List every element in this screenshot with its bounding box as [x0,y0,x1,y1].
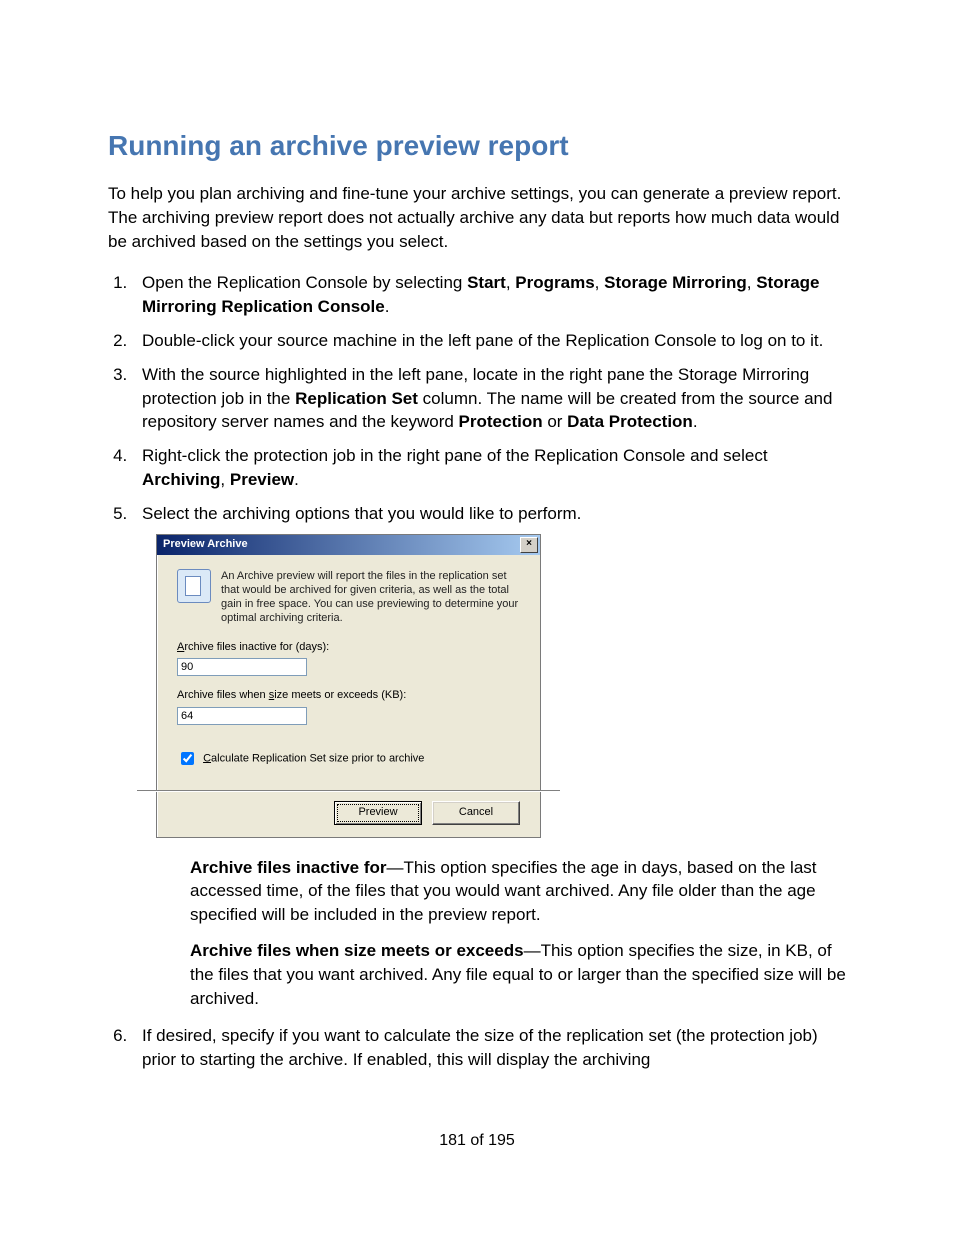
intro-paragraph: To help you plan archiving and fine-tune… [108,182,846,253]
size-input[interactable] [177,707,307,725]
page-number: 181 of 195 [108,1132,846,1150]
size-label: Archive files when size meets or exceeds… [177,688,520,703]
step-1: Open the Replication Console by selectin… [132,271,846,319]
days-input[interactable] [177,658,307,676]
calculate-checkbox-row: Calculate Replication Set size prior to … [177,749,520,768]
archive-icon [177,569,211,603]
page-title: Running an archive preview report [108,130,846,162]
dialog-titlebar[interactable]: Preview Archive × [157,535,540,555]
step-2: Double-click your source machine in the … [132,329,846,353]
preview-archive-dialog: Preview Archive × An Archive preview wil… [156,534,541,838]
step-3: With the source highlighted in the left … [132,363,846,434]
dialog-description: An Archive preview will report the files… [221,569,520,626]
steps-list: Open the Replication Console by selectin… [132,271,846,1072]
option-archive-size: Archive files when size meets or exceeds… [190,939,846,1010]
preview-button[interactable]: Preview [334,801,422,825]
step-6: If desired, specify if you want to calcu… [132,1024,846,1072]
step-5: Select the archiving options that you wo… [132,502,846,1011]
option-archive-inactive: Archive files inactive for—This option s… [190,856,846,927]
cancel-button[interactable]: Cancel [432,801,520,825]
calculate-checkbox[interactable] [181,752,194,765]
dialog-title-text: Preview Archive [163,537,520,552]
step-4: Right-click the protection job in the ri… [132,444,846,492]
days-label: Archive files inactive for (days): [177,640,520,655]
close-icon[interactable]: × [520,537,538,553]
